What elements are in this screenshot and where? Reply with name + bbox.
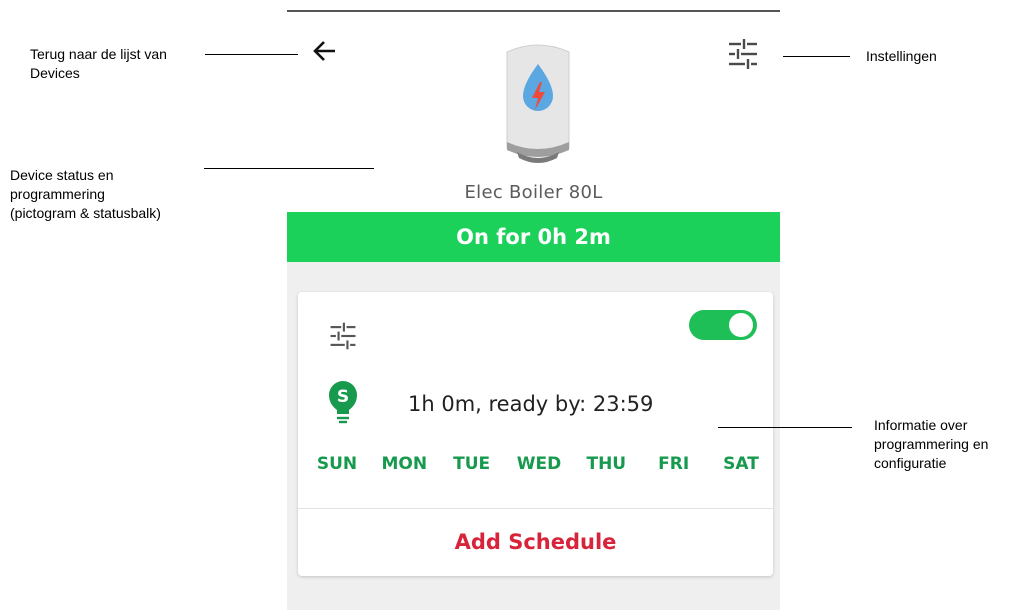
day-mon[interactable]: MON (375, 454, 433, 474)
annotation-schedule-line2: programmering en (874, 436, 989, 452)
schedule-card: S 1h 0m, ready by: 23:59 SUN MON TUE WED… (298, 292, 773, 576)
annotation-settings-pointer (783, 56, 850, 57)
annotation-schedule-line1: Informatie over (874, 417, 968, 433)
content-area: S 1h 0m, ready by: 23:59 SUN MON TUE WED… (287, 262, 780, 610)
annotation-schedule-pointer (718, 427, 852, 428)
status-bar: On for 0h 2m (287, 212, 780, 262)
arrow-left-icon (313, 41, 335, 61)
svg-text:S: S (337, 387, 349, 407)
schedule-info: 1h 0m, ready by: 23:59 (408, 392, 654, 416)
annotation-back: Terug naar de lijst van Devices (30, 45, 167, 83)
annotation-status-line3: (pictogram & statusbalk) (10, 205, 161, 221)
device-name: Elec Boiler 80L (464, 182, 603, 203)
day-wed[interactable]: WED (510, 454, 568, 474)
annotation-settings-line1: Instellingen (866, 48, 937, 64)
toggle-knob (729, 313, 753, 337)
annotation-status-pointer (204, 168, 374, 169)
annotation-settings: Instellingen (866, 47, 937, 66)
top-divider (287, 10, 780, 12)
status-text: On for 0h 2m (456, 225, 611, 249)
boiler-icon (497, 40, 579, 168)
day-sat[interactable]: SAT (712, 454, 770, 474)
schedule-settings-button[interactable] (328, 320, 358, 352)
annotation-schedule-line3: configuratie (874, 455, 947, 471)
annotation-status-line2: programmering (10, 186, 105, 202)
annotation-back-line2: Devices (30, 65, 80, 81)
day-thu[interactable]: THU (577, 454, 635, 474)
weekday-selector: SUN MON TUE WED THU FRI SAT (308, 454, 770, 474)
settings-button[interactable] (727, 36, 759, 72)
day-fri[interactable]: FRI (645, 454, 703, 474)
annotation-back-line1: Terug naar de lijst van (30, 46, 167, 62)
add-schedule-button[interactable]: Add Schedule (298, 509, 773, 575)
day-sun[interactable]: SUN (308, 454, 366, 474)
day-tue[interactable]: TUE (443, 454, 501, 474)
annotation-status-line1: Device status en (10, 167, 114, 183)
annotation-back-pointer (205, 54, 298, 55)
annotation-status: Device status en programmering (pictogra… (10, 166, 161, 223)
phone-screen: Elec Boiler 80L On for 0h 2m S 1h 0m, re… (287, 0, 780, 610)
back-button[interactable] (311, 36, 341, 66)
bulb-s-icon: S (328, 380, 358, 426)
sliders-icon (729, 39, 757, 69)
annotation-schedule: Informatie over programmering en configu… (874, 416, 988, 473)
sliders-icon (330, 322, 356, 350)
schedule-toggle[interactable] (689, 310, 757, 340)
